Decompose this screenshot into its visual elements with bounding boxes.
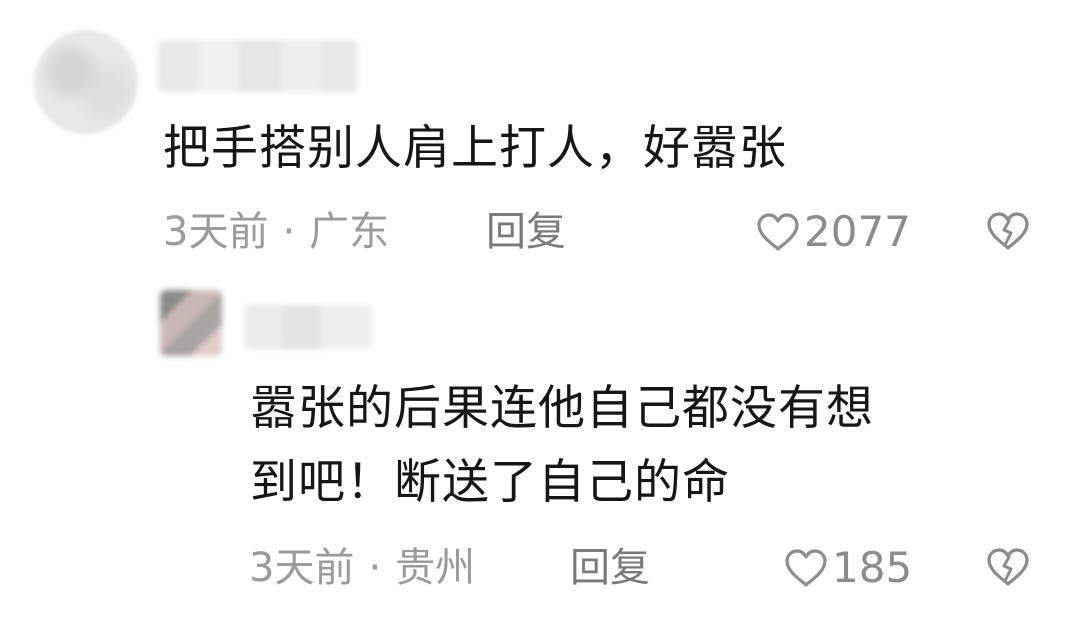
reply-text: 嚣张的后果连他自己都没有想 到吧！断送了自己的命 bbox=[250, 372, 874, 520]
reply-like-button[interactable]: 185 bbox=[784, 544, 912, 592]
meta-separator: · bbox=[368, 545, 382, 591]
dislike-button[interactable] bbox=[986, 210, 1030, 256]
reply-to-reply-button[interactable]: 回复 bbox=[570, 544, 650, 592]
reply-text-line: 到吧！断送了自己的命 bbox=[250, 455, 730, 510]
reply-button[interactable]: 回复 bbox=[486, 208, 566, 256]
reply-avatar[interactable] bbox=[160, 290, 222, 356]
meta-separator: · bbox=[282, 209, 296, 255]
reply-like-count: 185 bbox=[832, 543, 913, 592]
comment-time: 3天前 bbox=[163, 209, 269, 255]
reply-text-line: 嚣张的后果连他自己都没有想 bbox=[250, 381, 874, 436]
like-button[interactable]: 2077 bbox=[756, 208, 911, 256]
comment-meta: 3天前 · 广东 bbox=[163, 208, 389, 256]
reply-username-blurred[interactable] bbox=[244, 305, 372, 349]
heart-outline-icon bbox=[785, 549, 827, 587]
reply-time: 3天前 bbox=[249, 545, 355, 591]
like-count: 2077 bbox=[804, 207, 911, 256]
comment-text: 把手搭别人肩上打人，好嚣张 bbox=[163, 121, 787, 176]
username-blurred[interactable] bbox=[158, 40, 358, 92]
broken-heart-icon bbox=[987, 212, 1029, 250]
broken-heart-icon bbox=[987, 548, 1029, 586]
heart-outline-icon bbox=[757, 213, 799, 251]
reply-location: 贵州 bbox=[395, 545, 476, 591]
reply-meta: 3天前 · 贵州 bbox=[249, 544, 475, 592]
avatar[interactable] bbox=[34, 30, 138, 134]
reply-dislike-button[interactable] bbox=[986, 546, 1030, 592]
comment-location: 广东 bbox=[309, 209, 390, 255]
